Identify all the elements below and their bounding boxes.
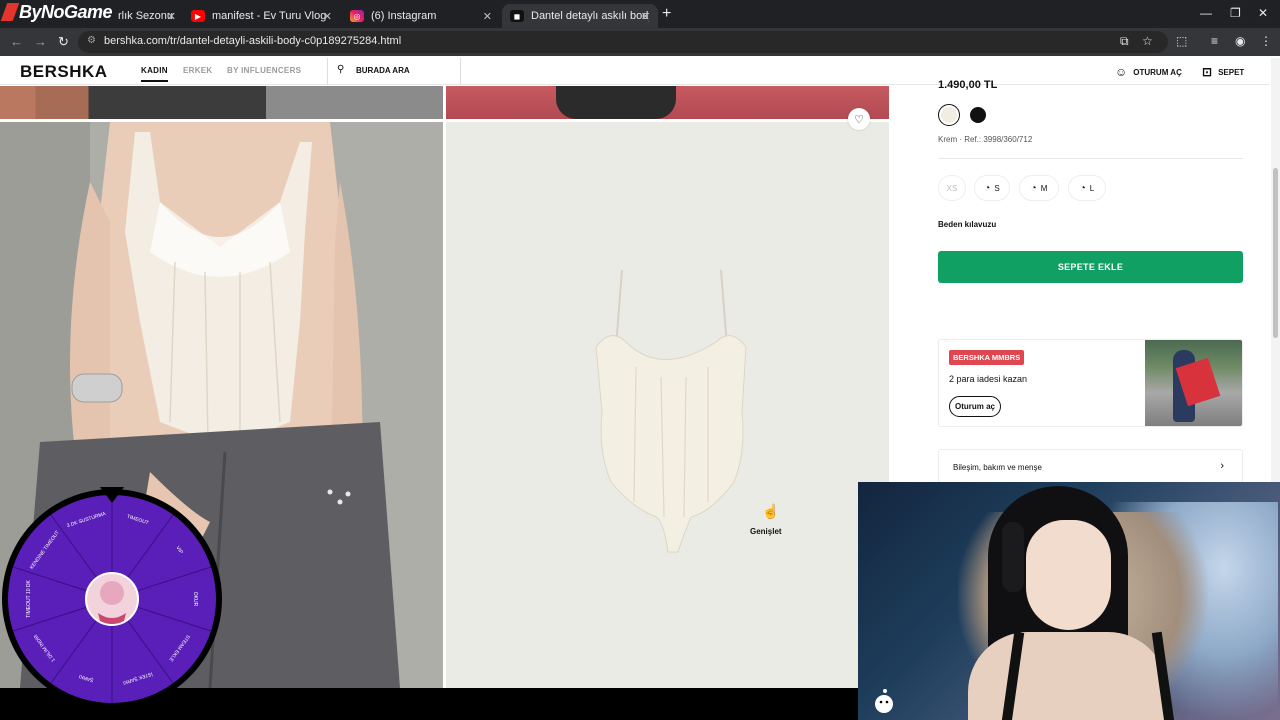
profile-icon[interactable]: ◉ (1235, 34, 1245, 48)
browser-tab-1[interactable]: ▶ manifest - Ev Turu Vlog - YouTu ✕ (183, 4, 340, 28)
size-label: M (1040, 183, 1048, 193)
cart-label: SEPET (1218, 67, 1245, 77)
close-icon[interactable]: ✕ (167, 10, 176, 23)
logo-mark-icon (0, 3, 20, 21)
size-label: XS (946, 183, 958, 193)
scrollbar-thumb[interactable] (1273, 168, 1278, 338)
promo-image (1145, 340, 1242, 426)
search-label: BURADA ARA (356, 66, 410, 75)
instagram-icon: ◎ (350, 10, 364, 22)
chevron-right-icon: › (1220, 460, 1224, 472)
media-icon[interactable]: ≡ (1211, 34, 1218, 48)
bodysuit-photo-illustration (446, 122, 889, 688)
product-price: 1.490,00 TL (938, 79, 998, 91)
close-icon[interactable]: ✕ (641, 10, 650, 23)
size-m[interactable]: ◔ M (1019, 175, 1059, 201)
new-tab-icon[interactable]: + (662, 5, 671, 23)
wheel-segment-label: OKUR (192, 592, 198, 607)
color-swatch-cream[interactable] (938, 104, 960, 126)
headphones-icon (1002, 522, 1024, 592)
promo-text: 2 para iadesi kazan (949, 374, 1028, 384)
membership-promo: BERSHKA MMBRS 2 para iadesi kazan Oturum… (938, 339, 1243, 427)
reload-icon[interactable]: ↻ (58, 34, 69, 50)
expand-label[interactable]: Genişlet (750, 527, 782, 536)
browser-toolbar: ← → ↻ ⚙ bershka.com/tr/dantel-detayli-as… (0, 28, 1280, 56)
spin-wheel-overlay: 3 DK SUSTURMA TIMEOUT VIP OKUR STEAM EKL… (2, 487, 222, 709)
composition-accordion[interactable]: Bileşim, bakım ve menşe › (938, 449, 1243, 483)
forward-icon[interactable]: → (34, 34, 47, 49)
clock-icon: ◔ (984, 182, 991, 194)
favorite-heart-icon[interactable]: ♡ (848, 108, 870, 130)
browser-tab-bar: ByNoGame rlık Sezonu 1 ✕ ▶ manifest - Ev… (0, 0, 1280, 28)
maximize-icon[interactable]: ❐ (1230, 6, 1241, 20)
youtube-icon: ▶ (191, 10, 205, 22)
cam-body (968, 632, 1168, 720)
nav-by-influencers[interactable]: BY INFLUENCERS (227, 66, 301, 75)
stream-logo-text: ByNoGame (19, 2, 113, 22)
product-reference: Krem · Ref.: 3998/360/712 (938, 135, 1033, 144)
cart-button[interactable]: ⊡ SEPET (1202, 65, 1244, 79)
menu-icon[interactable]: ⋮ (1260, 34, 1272, 48)
composition-label: Bileşim, bakım ve menşe (953, 463, 1042, 472)
search-input[interactable]: ⚲ BURADA ARA (327, 58, 461, 85)
promo-login-button[interactable]: Oturum aç (949, 396, 1002, 417)
nav-kadin[interactable]: KADIN (141, 66, 168, 82)
add-to-cart-button[interactable]: SEPETE EKLE (938, 251, 1243, 283)
tab-label: Dantel detaylı askılı body - Kadı (531, 10, 649, 22)
login-label: OTURUM AÇ (1133, 67, 1182, 77)
bookmark-star-icon[interactable]: ☆ (1142, 34, 1153, 48)
page-scrollbar[interactable] (1271, 58, 1280, 488)
browser-tab-0[interactable]: rlık Sezonu 1 ✕ (110, 4, 184, 28)
browser-tab-2[interactable]: ◎ (6) Instagram ✕ (342, 4, 500, 28)
size-xs[interactable]: XS (938, 175, 966, 201)
close-icon[interactable]: ✕ (323, 10, 332, 23)
tab-label: (6) Instagram (371, 10, 437, 22)
nav-erkek[interactable]: ERKEK (183, 66, 213, 75)
size-l[interactable]: ◔ L (1068, 175, 1106, 201)
size-guide-link[interactable]: Beden kılavuzu (938, 220, 996, 229)
site-info-icon[interactable]: ⚙ (87, 35, 96, 46)
size-label: L (1089, 183, 1095, 193)
cam-face (1026, 520, 1111, 630)
size-label: S (994, 183, 1000, 193)
close-icon[interactable]: ✕ (483, 10, 492, 23)
clock-icon: ◔ (1030, 182, 1037, 194)
size-s[interactable]: ◔ S (974, 175, 1010, 201)
window-close-icon[interactable]: ✕ (1258, 6, 1268, 20)
tab-label: manifest - Ev Turu Vlog - YouTu (212, 10, 330, 22)
extensions-icon[interactable]: ⬚ (1176, 34, 1187, 48)
product-image-top-left (0, 86, 443, 119)
webcam-overlay (858, 482, 1280, 720)
mascot-icon (875, 689, 893, 713)
url-text: bershka.com/tr/dantel-detayli-askili-bod… (104, 35, 402, 47)
image-detail (556, 86, 676, 119)
wheel-segment-label: TIMEOUT 10 DK (26, 579, 32, 617)
cart-icon: ⊡ (1202, 65, 1213, 79)
color-swatch-black[interactable] (970, 107, 986, 123)
login-button[interactable]: ☺ OTURUM AÇ (1115, 65, 1182, 79)
promo-badge: BERSHKA MMBRS (949, 350, 1025, 365)
product-image-top-right (446, 86, 889, 119)
divider (938, 158, 1243, 159)
product-image-flat[interactable] (446, 122, 889, 688)
minimize-icon[interactable]: — (1200, 6, 1212, 20)
stream-logo: ByNoGame (0, 2, 113, 23)
address-bar[interactable]: ⚙ bershka.com/tr/dantel-detayli-askili-b… (78, 31, 1168, 53)
site-logo[interactable]: BERSHKA (20, 62, 108, 82)
browser-tab-3[interactable]: ◼ Dantel detaylı askılı body - Kadı ✕ (502, 4, 658, 28)
screen: ByNoGame rlık Sezonu 1 ✕ ▶ manifest - Ev… (0, 0, 1280, 720)
user-icon: ☺ (1115, 65, 1128, 79)
bershka-favicon-icon: ◼ (510, 10, 524, 22)
back-icon[interactable]: ← (10, 34, 23, 49)
search-icon: ⚲ (337, 64, 345, 75)
hand-cursor-icon: ☝ (762, 503, 780, 519)
install-icon[interactable]: ⧉ (1120, 34, 1129, 49)
site-header: BERSHKA KADIN ERKEK BY INFLUENCERS ⚲ BUR… (0, 58, 1270, 85)
clock-icon: ◔ (1079, 182, 1086, 194)
